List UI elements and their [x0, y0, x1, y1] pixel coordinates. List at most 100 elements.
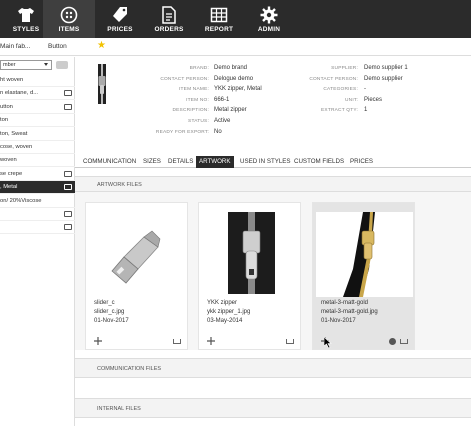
field-label: CATEGORIES:	[323, 87, 358, 93]
tab-prices[interactable]: PRICES	[347, 156, 376, 168]
nav-report[interactable]: REPORT	[193, 0, 245, 38]
list-item-label: se crepe	[0, 170, 23, 177]
field-value: Demo brand	[214, 65, 248, 71]
card-filename: ykk zipper_1.jpg	[207, 309, 251, 315]
card-date: 03-May-2014	[207, 318, 243, 324]
top-navigation: STYLES ITEMS PRICES ORDERS REPORT ADMIN	[0, 0, 471, 38]
list-item[interactable]	[0, 208, 75, 221]
field-value: 1	[364, 107, 368, 114]
list-item-label: ht woven	[0, 77, 24, 83]
field-label: EXTRACT QTY:	[321, 108, 358, 114]
card-filename: slider_c.jpg	[94, 309, 125, 315]
tab-communication[interactable]: COMMUNICATION	[80, 156, 139, 168]
card-date: 01-Nov-2017	[321, 318, 356, 324]
clear-filter-button[interactable]	[56, 61, 68, 69]
list-item[interactable]: ton	[0, 114, 75, 128]
comment-icon[interactable]	[64, 211, 72, 217]
field-label: BRAND:	[189, 66, 209, 71]
detail-tabs: COMMUNICATION SIZES DETAILS ARTWORK USED…	[75, 154, 471, 168]
breadcrumb-main-fabric[interactable]: Main fab...	[0, 43, 30, 50]
list-item[interactable]: utton	[0, 101, 75, 114]
list-item-label: ton	[0, 117, 9, 124]
field-value: Active	[214, 118, 231, 124]
list-item-label: n elastane, d...	[0, 90, 39, 97]
comment-icon[interactable]	[64, 224, 72, 231]
breadcrumb-button[interactable]: Button	[48, 43, 67, 50]
field-value: Pieces	[364, 96, 383, 103]
list-item[interactable]: , Metal	[0, 181, 75, 195]
field-label: DESCRIPTION:	[172, 108, 209, 114]
card-filename: metal-3-matt-gold.jpg	[321, 309, 378, 315]
field-label: READY FOR EXPORT:	[155, 129, 209, 135]
list-item-label: cose, woven	[0, 144, 33, 150]
artwork-card[interactable]: metal-3-matt-gold metal-3-matt-gold.jpg …	[312, 202, 415, 350]
move-icon[interactable]	[94, 337, 102, 345]
button-icon	[60, 6, 78, 24]
nav-admin[interactable]: ADMIN	[243, 0, 295, 38]
field-value: Metal zipper	[214, 107, 247, 114]
artwork-files-header[interactable]: ARTWORK FILES	[75, 176, 471, 192]
list-item-label: on/ 20%Viscose	[0, 197, 42, 204]
favorite-star-icon[interactable]: ★	[97, 41, 106, 51]
chevron-down-icon[interactable]	[44, 63, 48, 66]
nav-items[interactable]: ITEMS	[43, 0, 95, 38]
comment-icon[interactable]	[64, 170, 72, 177]
artwork-card[interactable]: YKK zipper ykk zipper_1.jpg 03-May-2014	[198, 202, 301, 350]
section-title: INTERNAL FILES	[97, 406, 141, 412]
list-item[interactable]: cose, woven	[0, 141, 75, 154]
breadcrumb-bar: Main fab... Button ★	[0, 38, 471, 56]
field-value: Demo supplier 1	[364, 65, 408, 71]
tab-sizes[interactable]: SIZES	[140, 156, 164, 168]
comment-icon[interactable]	[64, 184, 72, 191]
field-value: YKK zipper, Metal	[214, 86, 262, 93]
nav-label: PRICES	[107, 26, 133, 33]
list-item[interactable]: woven	[0, 154, 75, 168]
field-value: No	[214, 128, 222, 135]
shirt-icon	[18, 8, 34, 22]
card-title: YKK zipper	[207, 300, 238, 306]
price-tags-icon	[113, 7, 127, 22]
tab-artwork[interactable]: ARTWORK	[196, 156, 234, 168]
nav-label: ADMIN	[257, 26, 281, 33]
comment-icon[interactable]	[64, 90, 72, 97]
card-title: slider_c	[94, 300, 115, 306]
nav-label: REPORT	[204, 26, 234, 33]
delete-icon[interactable]	[389, 338, 396, 345]
nav-label: ITEMS	[58, 26, 80, 33]
field-value: Delogue demo	[214, 75, 254, 82]
tab-used-in-styles[interactable]: USED IN STYLES	[237, 156, 294, 168]
list-item-label: , Metal	[0, 184, 18, 191]
artwork-card[interactable]: slider_c slider_c.jpg 01-Nov-2017	[85, 202, 188, 350]
list-item[interactable]: on/ 20%Viscose	[0, 195, 75, 208]
card-title: metal-3-matt-gold	[321, 300, 369, 306]
section-title: ARTWORK FILES	[97, 182, 142, 188]
tab-details[interactable]: DETAILS	[165, 156, 196, 168]
gold-zipper-image	[316, 212, 413, 297]
nav-orders[interactable]: ORDERS	[143, 0, 195, 38]
list-item[interactable]: n elastane, d...	[0, 87, 75, 101]
download-icon[interactable]	[173, 339, 181, 344]
document-icon	[162, 6, 176, 24]
field-label: CONTACT PERSON:	[309, 76, 358, 82]
nav-prices[interactable]: PRICES	[94, 0, 146, 38]
comment-icon[interactable]	[64, 103, 72, 110]
list-filter: mber	[0, 60, 70, 70]
list-item[interactable]	[0, 221, 75, 235]
list-item-label: woven	[0, 157, 17, 164]
field-label: CONTACT PERSON:	[160, 76, 209, 82]
nav-label: ORDERS	[154, 26, 184, 33]
list-item[interactable]: ht woven	[0, 74, 75, 87]
tab-custom-fields[interactable]: CUSTOM FIELDS	[291, 156, 347, 168]
move-icon[interactable]	[207, 337, 215, 345]
list-item-label: ton, Sweat	[0, 130, 28, 137]
list-item[interactable]: se crepe	[0, 168, 75, 181]
field-label: STATUS:	[188, 119, 209, 124]
list-item[interactable]: ton, Sweat	[0, 128, 75, 141]
gear-icon	[260, 6, 278, 24]
field-value: -	[364, 86, 366, 93]
download-icon[interactable]	[400, 339, 408, 344]
communication-files-header[interactable]: COMMUNICATION FILES	[75, 358, 471, 378]
download-icon[interactable]	[286, 339, 294, 344]
internal-files-header[interactable]: INTERNAL FILES	[75, 398, 471, 418]
field-label: UNIT:	[345, 97, 358, 103]
